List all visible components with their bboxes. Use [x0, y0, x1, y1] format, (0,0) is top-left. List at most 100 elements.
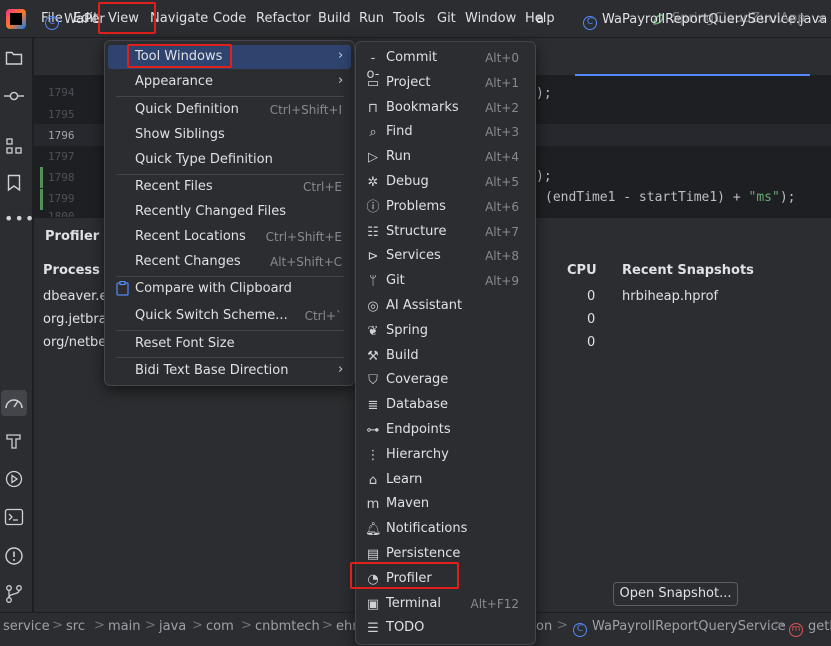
- cpu-column-header[interactable]: CPU: [567, 263, 597, 278]
- tab-wapayroll-report-query-service[interactable]: C WaPayrollReportQueryService.java: [583, 12, 827, 30]
- tab-waper[interactable]: C WaPer: [45, 12, 105, 30]
- tool-window-shortcut: Alt+9: [485, 274, 519, 288]
- breadcrumb-item[interactable]: java: [159, 619, 186, 634]
- breadcrumb-item[interactable]: src: [66, 619, 85, 634]
- tool-window-label: Commit: [386, 50, 438, 65]
- line-number: 1794: [48, 86, 75, 99]
- breadcrumb-item[interactable]: main: [108, 619, 140, 634]
- problems-icon[interactable]: [4, 546, 24, 566]
- tool-window-label: TODO: [386, 620, 425, 635]
- breadcrumb-separator: >: [557, 618, 568, 633]
- services-icon[interactable]: [4, 470, 24, 488]
- tool-window-label: Database: [386, 397, 449, 412]
- bell-icon: 🔔︎: [365, 522, 382, 537]
- line-number: 1798: [48, 171, 75, 184]
- menu-window[interactable]: Window: [465, 11, 516, 26]
- hammer-icon: ⚒: [367, 349, 379, 364]
- tool-window-item-maven[interactable]: [359, 494, 532, 516]
- menu-item-label: Recent Changes: [135, 254, 241, 269]
- code-fragment: );: [536, 169, 552, 184]
- tool-window-shortcut: Alt+5: [485, 175, 519, 189]
- line-number: 1796: [48, 129, 75, 142]
- process-name[interactable]: org.jetbrai: [43, 312, 110, 327]
- tool-window-shortcut: Alt+3: [485, 125, 519, 139]
- services-icon: ⊳: [367, 249, 379, 264]
- breadcrumb-class[interactable]: C WaPayrollReportQueryService: [573, 619, 786, 637]
- method-icon: m: [789, 623, 803, 637]
- menu-code[interactable]: Code: [213, 11, 246, 26]
- terminal-icon[interactable]: [4, 508, 24, 526]
- folder-icon[interactable]: [5, 50, 23, 66]
- commit-icon: -o-: [366, 51, 380, 82]
- menu-refactor[interactable]: Refactor: [256, 11, 311, 26]
- tool-window-label: Run: [386, 149, 411, 164]
- process-column-header[interactable]: Process: [43, 263, 100, 278]
- tool-window-item-todo[interactable]: [359, 618, 532, 640]
- tool-window-item-build[interactable]: [359, 346, 532, 368]
- breadcrumb-item[interactable]: on: [536, 619, 552, 634]
- commit-icon[interactable]: [4, 89, 24, 103]
- breadcrumb-item[interactable]: cnbmtech: [255, 619, 320, 634]
- breadcrumb-label: getl: [808, 619, 831, 634]
- breadcrumb-separator: >: [322, 618, 333, 633]
- tool-window-label: Structure: [386, 224, 447, 239]
- menu-build[interactable]: Build: [318, 11, 351, 26]
- open-snapshot-button[interactable]: Open Snapshot...: [613, 582, 738, 606]
- breadcrumb-separator: >: [192, 618, 203, 633]
- line-number: 1795: [48, 108, 75, 121]
- maven-icon: m: [366, 497, 380, 512]
- close-icon[interactable]: ×: [816, 12, 827, 27]
- breadcrumb-separator: >: [774, 618, 785, 633]
- bug-icon: ✲: [367, 175, 379, 190]
- class-icon: C: [573, 623, 587, 637]
- build-hammer-icon[interactable]: [5, 432, 23, 450]
- menu-run[interactable]: Run: [359, 11, 384, 26]
- structure-icon: ☷: [367, 225, 379, 240]
- submenu-arrow-icon: ›: [338, 73, 344, 88]
- code-text: );: [779, 190, 796, 205]
- menu-separator: [116, 357, 344, 358]
- profiler-highlight-box: [350, 562, 459, 589]
- tool-windows-highlight-box: [127, 44, 232, 68]
- bookmark-icon[interactable]: [6, 174, 22, 192]
- profiler-icon[interactable]: [4, 395, 24, 411]
- breadcrumb-item[interactable]: com: [206, 619, 234, 634]
- submenu-arrow-icon: ›: [338, 48, 344, 63]
- tool-window-label: Project: [386, 75, 431, 90]
- tool-window-label: Learn: [386, 472, 423, 487]
- tool-window-label: Find: [386, 124, 413, 139]
- git-branch-icon[interactable]: [5, 584, 23, 604]
- graduation-cap-icon: ⌂: [368, 473, 378, 488]
- menu-tools[interactable]: Tools: [393, 11, 425, 26]
- structure-icon[interactable]: [5, 137, 23, 155]
- snapshot-item[interactable]: hrbiheap.hprof: [622, 289, 718, 304]
- menu-navigate[interactable]: Navigate: [150, 11, 208, 26]
- hierarchy-icon: ⋮: [366, 448, 380, 463]
- breadcrumb-item[interactable]: service: [3, 619, 50, 634]
- menu-item-label: Appearance: [135, 74, 214, 89]
- tool-window-shortcut: Alt+7: [485, 225, 519, 239]
- intellij-logo-icon[interactable]: [6, 9, 26, 29]
- more-icon[interactable]: •••: [4, 209, 35, 228]
- tool-window-shortcut: Alt+6: [485, 200, 519, 214]
- spring-leaf-icon: ❦: [367, 324, 379, 339]
- menu-item-label: Recent Files: [135, 179, 213, 194]
- tool-window-label: Problems: [386, 199, 446, 214]
- menu-item-label: Reset Font Size: [135, 336, 235, 351]
- tool-window-shortcut: Alt+F12: [470, 597, 519, 611]
- breadcrumb-method[interactable]: m getl: [789, 619, 831, 637]
- tool-window-item-learn[interactable]: [359, 470, 532, 492]
- tool-window-item-spring[interactable]: [359, 321, 532, 343]
- bookmark-icon: ⊓: [367, 101, 379, 116]
- menu-git[interactable]: Git: [437, 11, 456, 26]
- tool-window-shortcut: Alt+0: [485, 51, 519, 65]
- tool-window-label: Services: [386, 248, 441, 263]
- endpoints-icon: ⊶: [366, 423, 380, 438]
- view-menu-highlight-box: [98, 2, 156, 34]
- shield-icon: ⛉: [368, 373, 378, 388]
- breadcrumb-separator: >: [94, 618, 105, 633]
- menu-item-shortcut: Ctrl+Shift+E: [265, 230, 342, 244]
- tool-window-shortcut: Alt+1: [485, 76, 519, 90]
- breadcrumb-label: WaPayrollReportQueryService: [592, 619, 786, 634]
- tab-partial[interactable]: a: [536, 12, 544, 27]
